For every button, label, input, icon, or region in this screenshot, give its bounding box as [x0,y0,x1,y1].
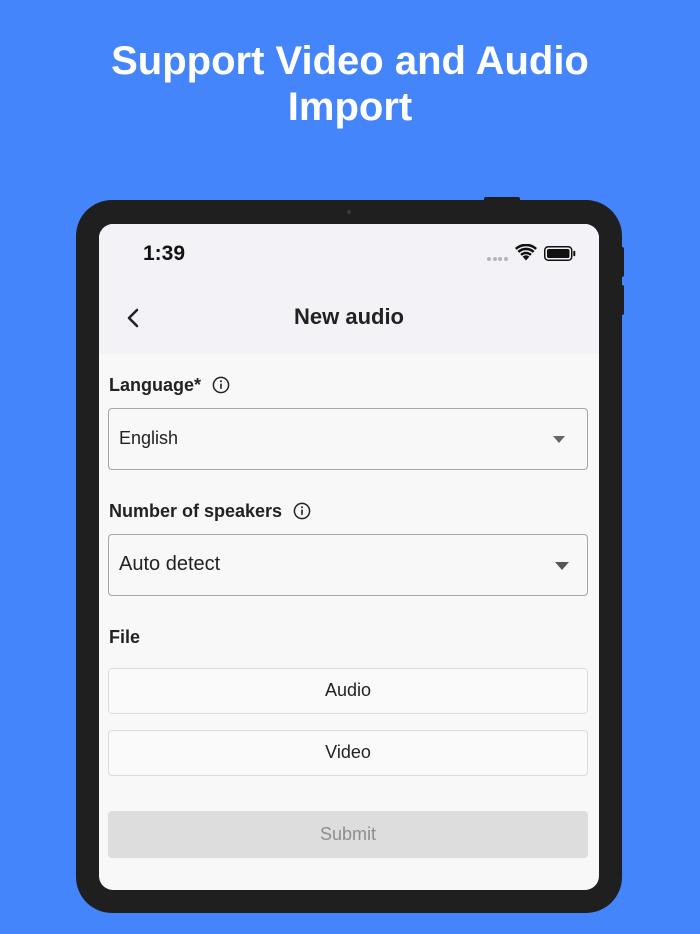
info-icon[interactable] [212,376,230,394]
file-label: File [109,627,141,647]
language-select-value: English [119,428,179,448]
camera-dot [347,210,351,214]
status-time: 1:39 [143,242,186,265]
caret-down-icon [555,562,569,570]
headline-line-1: Support Video and Audio [111,39,589,83]
wifi-icon [515,244,537,261]
speakers-label: Number of speakers [109,501,283,521]
audio-file-button[interactable]: Audio [108,668,588,714]
app-screen: 1:39 New audio Language* English Number … [99,224,599,890]
speakers-label-row: Number of speakers [109,501,311,522]
headline-line-2: Import [287,85,413,129]
info-icon[interactable] [293,502,311,520]
language-select[interactable]: English [108,408,588,470]
caret-down-icon [553,436,565,443]
speakers-select-value: Auto detect [119,553,221,575]
cellular-dots-icon [487,257,509,261]
nav-bar: 1:39 New audio [99,224,599,354]
language-label: Language* [109,375,202,395]
submit-button[interactable]: Submit [108,811,588,858]
speakers-select[interactable]: Auto detect [108,534,588,596]
battery-icon [544,246,576,261]
page-title: New audio [293,304,404,329]
video-file-button[interactable]: Video [108,730,588,776]
language-label-row: Language* [109,375,230,396]
headline: Support Video and Audio Import [0,38,700,130]
